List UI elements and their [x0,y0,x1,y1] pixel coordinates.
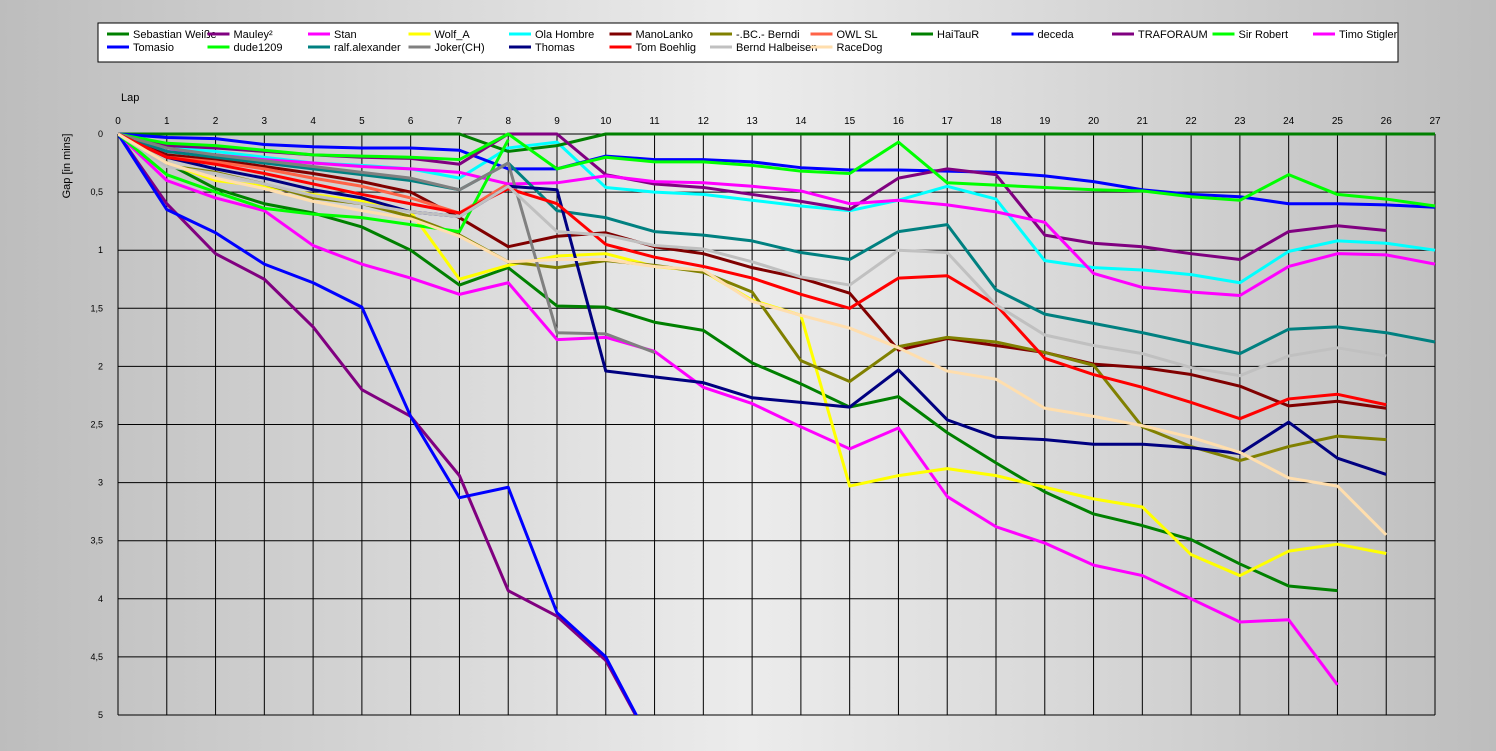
y-tick-label: 4 [98,594,103,604]
y-tick-label: 2,5 [90,420,103,430]
race-gap-chart: Sebastian Weiße Mauley² Stan Wolf_A Ola Homb… [0,0,1496,746]
legend-label: deceda [1038,29,1075,41]
legend-label: Stan [334,29,357,41]
x-tick-label: 10 [600,116,612,127]
x-tick-label: 4 [310,116,316,127]
legend-label: Bernd Halbeisen [736,42,817,54]
series-lines [118,132,1436,715]
legend-label: Wolf_A [435,29,471,41]
x-tick-label: 14 [795,116,807,127]
legend-label: Thomas [535,42,575,54]
legend-label: dude1209 [234,42,283,54]
x-tick-label: 7 [457,116,463,127]
y-tick-label: 1 [98,245,103,255]
series-line-stan [118,132,1339,686]
x-tick-label: 20 [1088,116,1100,127]
legend-label: Tom Boehlig [636,42,697,54]
x-tick-label: 21 [1137,116,1149,127]
x-tick-label: 5 [359,116,365,127]
series-line-haitaur [118,132,1435,153]
x-tick-label: 24 [1283,116,1295,127]
x-tick-label: 17 [942,116,954,127]
x-tick-label: 0 [115,116,121,127]
legend-label: ralf.alexander [334,42,401,54]
y-tick-label: 0,5 [90,187,103,197]
legend-label: ManoLanko [636,29,694,41]
x-tick-label: 8 [505,116,511,127]
x-tick-label: 18 [990,116,1002,127]
x-tick-label: 1 [164,116,170,127]
chart-svg: Sebastian Weiße Mauley² Stan Wolf_A Ola Homb… [61,22,1441,720]
y-tick-label: 3 [98,478,103,488]
grid [117,133,1436,716]
series-line-tomasio [118,133,638,715]
x-tick-label: 27 [1429,116,1441,127]
x-tick-label: 16 [893,116,905,127]
x-tick-label: 15 [844,116,856,127]
series-line-sebastian-wei-e [118,132,1338,593]
legend-label: Timo Stigler [1339,29,1398,41]
x-tick-label: 2 [213,116,219,127]
x-tick-label: 23 [1234,116,1246,127]
legend-label: Sir Robert [1239,29,1289,41]
y-tick-label: 1,5 [90,303,103,313]
legend-label: Ola Hombre [535,29,594,41]
x-tick-label: 13 [747,116,759,127]
x-axis-label: Lap [121,92,139,104]
legend-label: OWL SL [837,29,878,41]
y-tick-label: 3,5 [90,536,103,546]
y-tick-label: 4,5 [90,652,103,662]
x-tick-label: 26 [1381,116,1393,127]
legend-label: Mauley² [234,29,273,41]
legend-label: Joker(CH) [435,42,485,54]
x-tick-label: 11 [649,116,660,127]
legend-label: TRAFORAUM [1138,29,1208,41]
x-tick-label: 3 [262,116,268,127]
legend-label: Sebastian Weiße [133,29,217,41]
y-tick-label: 0 [98,129,103,139]
legend-label: RaceDog [837,42,883,54]
x-tick-label: 6 [408,116,414,127]
legend-label: HaiTauR [937,29,979,41]
legend-label: -.BC.- Berndi [736,29,800,41]
y-tick-label: 2 [98,361,103,371]
x-tick-label: 19 [1039,116,1051,127]
x-tick-label: 12 [698,116,710,127]
x-tick-label: 22 [1186,116,1198,127]
y-tick-label: 5 [98,710,103,720]
legend-label: Tomasio [133,42,174,54]
y-axis-label: Gap [in mins] [61,134,73,199]
x-tick-label: 9 [554,116,560,127]
legend: Sebastian Weiße Mauley² Stan Wolf_A Ola Homb… [97,22,1399,63]
x-tick-label: 25 [1332,116,1344,127]
